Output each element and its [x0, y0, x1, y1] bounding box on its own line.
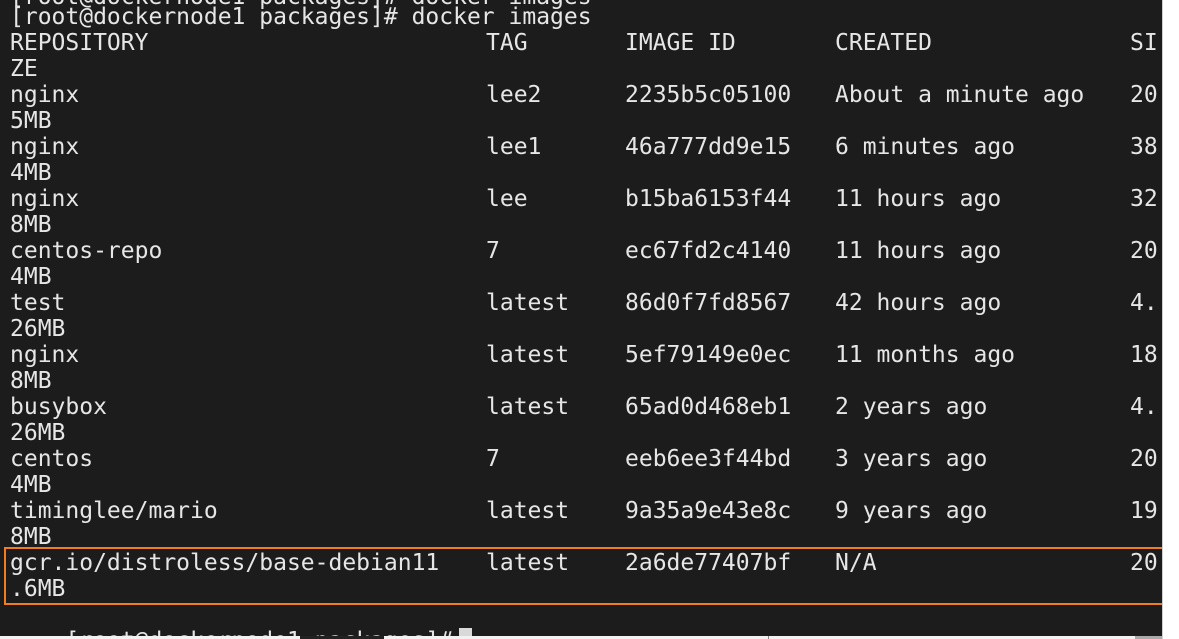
header-created: CREATED — [835, 30, 932, 56]
row-image-id: eeb6ee3f44bd — [625, 446, 792, 472]
row-created: 42 hours ago — [835, 290, 1002, 316]
row-repository: centos-repo — [10, 238, 163, 264]
table-row: nginx lee1 46a777dd9e15 6 minutes ago 38 — [10, 134, 1160, 160]
table-row: busybox latest 65ad0d468eb1 2 years ago 4. — [10, 394, 1160, 420]
row-tag: lee1 — [486, 134, 542, 160]
row-image-id: 2235b5c05100 — [625, 82, 792, 108]
final-prompt-line[interactable]: [root@dockernode1 packages]# — [10, 602, 473, 636]
vertical-scrollbar[interactable] — [1162, 0, 1179, 639]
row-size: 18 — [1130, 342, 1158, 368]
row-repository: nginx — [10, 82, 80, 108]
table-row: nginx lee2 2235b5c05100 About a minute ago 2… — [10, 82, 1160, 108]
row-created: About a minute ago — [835, 82, 1085, 108]
row-tag: 7 — [486, 446, 500, 472]
row-size: 20 — [1130, 238, 1158, 264]
table-row: nginx lee b15ba6153f44 11 hours ago 32 — [10, 186, 1160, 212]
row-size: 4. — [1130, 394, 1158, 420]
row-size-wrap: 5MB — [10, 108, 52, 134]
table-row: timinglee/mario latest 9a35a9e43e8c 9 years… — [10, 498, 1160, 524]
row-tag: lee2 — [486, 82, 542, 108]
row-size: 32 — [1130, 186, 1158, 212]
row-created: 11 hours ago — [835, 186, 1002, 212]
table-row: gcr.io/distroless/base-debian11 latest 2a6… — [10, 550, 1160, 576]
row-repository: nginx — [10, 186, 80, 212]
header-tag: TAG — [486, 30, 528, 56]
text-cursor — [459, 628, 473, 636]
row-image-id: 5ef79149e0ec — [625, 342, 792, 368]
row-tag: lee — [486, 186, 528, 212]
row-created: 3 years ago — [835, 446, 988, 472]
final-prompt: [root@dockernode1 packages]# — [65, 628, 453, 636]
row-image-id: 46a777dd9e15 — [625, 134, 792, 160]
row-repository: nginx — [10, 134, 80, 160]
header-repository: REPOSITORY — [10, 30, 149, 56]
row-size-wrap: .6MB — [10, 576, 66, 602]
row-size-wrap: 8MB — [10, 524, 52, 550]
row-image-id: ec67fd2c4140 — [625, 238, 792, 264]
header-image-id: IMAGE ID — [625, 30, 736, 56]
header-size-wrap: ZE — [10, 56, 38, 82]
row-repository: timinglee/mario — [10, 498, 218, 524]
row-size-wrap: 26MB — [10, 420, 66, 446]
row-tag: latest — [486, 290, 570, 316]
scrollbar-edge — [1162, 0, 1163, 639]
row-created: 9 years ago — [835, 498, 988, 524]
row-image-id: b15ba6153f44 — [625, 186, 792, 212]
row-tag: 7 — [486, 238, 500, 264]
row-size-wrap: 8MB — [10, 368, 52, 394]
row-size: 20 — [1130, 446, 1158, 472]
table-row: centos 7 eeb6ee3f44bd 3 years ago 20 — [10, 446, 1160, 472]
row-size: 19 — [1130, 498, 1158, 524]
row-image-id: 86d0f7fd8567 — [625, 290, 792, 316]
row-repository: centos — [10, 446, 94, 472]
terminal-window[interactable]: [root@dockernode1 packages]# docker imag… — [0, 0, 1162, 636]
table-row: nginx latest 5ef79149e0ec 11 months ago 18 — [10, 342, 1160, 368]
command-line: [root@dockernode1 packages]# docker imag… — [10, 4, 592, 30]
row-created: 11 hours ago — [835, 238, 1002, 264]
row-repository: busybox — [10, 394, 107, 420]
row-size-wrap: 4MB — [10, 160, 52, 186]
row-size: 4. — [1130, 290, 1158, 316]
row-created: 2 years ago — [835, 394, 988, 420]
row-image-id: 2a6de77407bf — [625, 550, 792, 576]
row-tag: latest — [486, 394, 570, 420]
row-size-wrap: 8MB — [10, 212, 52, 238]
table-row: test latest 86d0f7fd8567 42 hours ago 4. — [10, 290, 1160, 316]
row-created: N/A — [835, 550, 877, 576]
row-created: 11 months ago — [835, 342, 1016, 368]
row-tag: latest — [486, 342, 570, 368]
row-tag: latest — [486, 498, 570, 524]
row-image-id: 9a35a9e43e8c — [625, 498, 792, 524]
row-size: 38 — [1130, 134, 1158, 160]
row-size: 20 — [1130, 550, 1158, 576]
row-repository: nginx — [10, 342, 80, 368]
row-size-wrap: 26MB — [10, 316, 66, 342]
row-size-wrap: 4MB — [10, 264, 52, 290]
row-tag: latest — [486, 550, 570, 576]
row-size: 20 — [1130, 82, 1158, 108]
table-row: centos-repo 7 ec67fd2c4140 11 hours ago 20 — [10, 238, 1160, 264]
table-header: REPOSITORY TAG IMAGE ID CREATED SI — [10, 30, 1160, 56]
header-size: SI — [1130, 30, 1158, 56]
row-image-id: 65ad0d468eb1 — [625, 394, 792, 420]
row-repository: gcr.io/distroless/base-debian11 — [10, 550, 440, 576]
row-created: 6 minutes ago — [835, 134, 1016, 160]
row-repository: test — [10, 290, 66, 316]
row-size-wrap: 4MB — [10, 472, 52, 498]
